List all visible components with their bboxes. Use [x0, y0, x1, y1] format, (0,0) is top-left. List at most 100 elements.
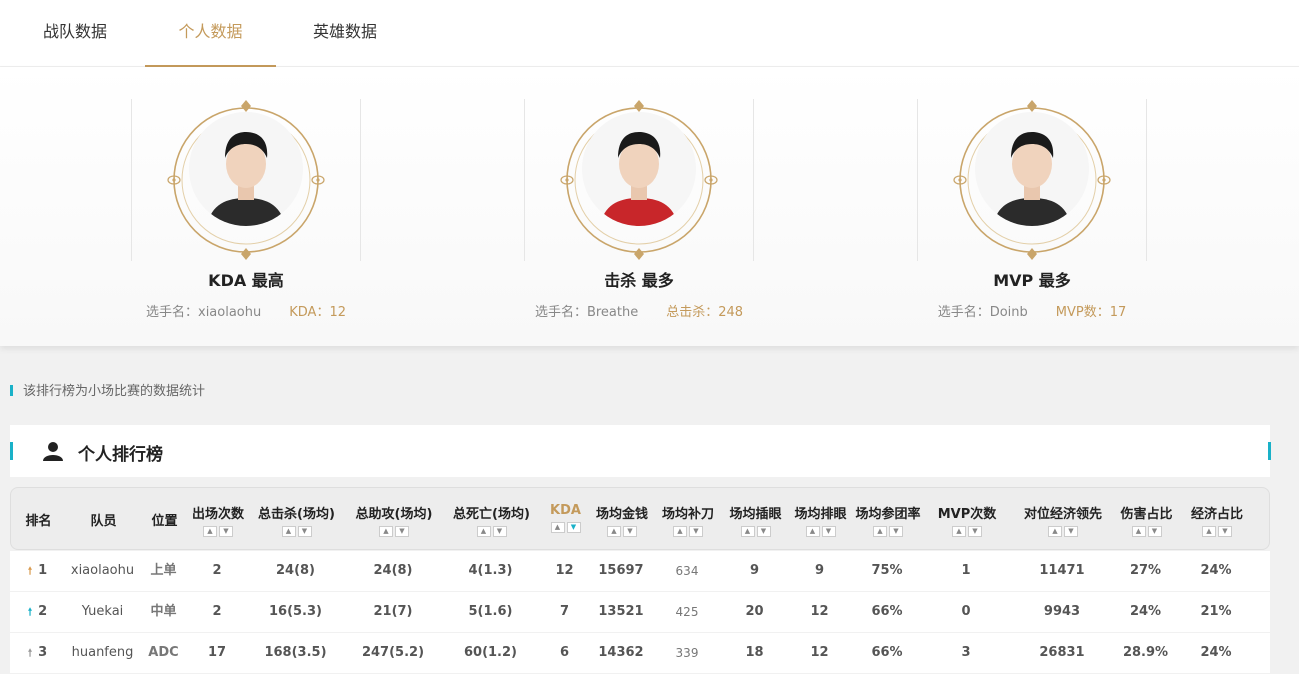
sort-desc-icon[interactable]: ▼: [821, 526, 836, 537]
column-label: 对位经济领先: [1023, 507, 1102, 522]
column-header-dmg-share[interactable]: 伤害占比 ▲ ▼: [1115, 488, 1178, 551]
sort-asc-icon[interactable]: ▲: [873, 526, 887, 537]
sort-asc-icon[interactable]: ▲: [1048, 526, 1062, 537]
highlight-info: 选手名：xiaolaohu KDA：12: [51, 301, 441, 320]
sort-asc-icon[interactable]: ▲: [607, 526, 621, 537]
highlight-title: KDA 最高: [208, 271, 284, 290]
table-row[interactable]: 🠕 3 huanfeng ADC 17 168(3.5) 247(5.2) 60(1.2) 6 1…: [10, 633, 1270, 673]
cell-mvp: 3: [961, 645, 971, 660]
column-label: 经济占比: [1190, 507, 1243, 522]
column-header-gold-diff[interactable]: 对位经济领先 ▲ ▼: [1011, 488, 1115, 551]
sort-desc-icon[interactable]: ▼: [889, 526, 903, 537]
sort-desc-icon[interactable]: ▼: [968, 526, 982, 537]
sort-controls: ▲ ▼: [923, 526, 1011, 537]
sort-desc-icon[interactable]: ▼: [1147, 526, 1162, 537]
cell-kills: 16(5.3): [268, 604, 322, 619]
sort-asc-icon[interactable]: ▲: [1202, 526, 1216, 537]
column-header-kills[interactable]: 总击杀(场均) ▲ ▼: [248, 488, 345, 551]
cell-wards-cleared: 12: [810, 604, 829, 619]
sort-asc-icon[interactable]: ▲: [1131, 526, 1146, 537]
column-header-kda[interactable]: KDA ▲ ▼: [540, 488, 591, 551]
cell-games: 2: [212, 604, 222, 619]
sort-asc-icon[interactable]: ▲: [805, 526, 820, 537]
cell-wards-cleared: 12: [810, 645, 829, 660]
sort-asc-icon[interactable]: ▲: [281, 526, 296, 537]
sort-desc-icon[interactable]: ▼: [689, 526, 703, 537]
sort-controls: ▲ ▼: [653, 526, 723, 537]
cell-gold-share: 24%: [1200, 563, 1232, 578]
cell-player[interactable]: Yuekai: [65, 592, 140, 632]
cell-kills: 168(3.5): [264, 645, 327, 660]
sort-desc-icon[interactable]: ▼: [623, 526, 637, 537]
player-name-label: 选手名：Breathe: [534, 305, 639, 320]
column-header-assists[interactable]: 总助攻(场均) ▲ ▼: [345, 488, 443, 551]
highlight-stat: MVP数：17: [1055, 305, 1127, 320]
column-header-wards-cleared[interactable]: 场均排眼 ▲ ▼: [788, 488, 853, 551]
cell-rank: 🠕 1: [10, 551, 65, 591]
sort-asc-icon[interactable]: ▲: [476, 526, 491, 537]
tab-team-data[interactable]: 战队数据: [10, 0, 140, 67]
column-header-gold[interactable]: 场均金钱 ▲ ▼: [591, 488, 653, 551]
column-header-wards[interactable]: 场均插眼 ▲ ▼: [723, 488, 788, 551]
sort-asc-icon[interactable]: ▲: [673, 526, 687, 537]
cell-assists: 24(8): [373, 563, 413, 578]
sort-controls: ▲ ▼: [345, 526, 443, 537]
table-row[interactable]: 🠕 2 Yuekai 中单 2 16(5.3) 21(7) 5(1.6) 7 13521 425 20…: [10, 592, 1270, 632]
cell-dmg-share: 24%: [1129, 604, 1162, 619]
highlights-section: KDA 最高选手名：xiaolaohu KDA：12 击杀 最多选手名：Breat…: [0, 67, 1299, 346]
cell-player[interactable]: huanfeng: [65, 633, 140, 673]
cell-rank: 🠕 3: [10, 633, 65, 673]
sort-desc-icon[interactable]: ▼: [395, 526, 409, 537]
column-label: 场均排眼: [794, 507, 847, 522]
sort-asc-icon[interactable]: ▲: [203, 526, 217, 537]
sort-desc-icon[interactable]: ▼: [219, 526, 233, 537]
highlight-card-mvp[interactable]: MVP 最多 选手名：Doinb MVP数：17: [837, 67, 1227, 346]
cell-kda: 6: [559, 645, 570, 660]
sort-controls: ▲ ▼: [853, 526, 923, 537]
sort-controls: ▲ ▼: [248, 526, 345, 537]
column-header-kp[interactable]: 场均参团率 ▲ ▼: [853, 488, 923, 551]
trend-up-icon: 🠕: [27, 607, 33, 618]
highlight-card-kills[interactable]: 击杀 最多选手名：Breathe 总击杀：248: [444, 67, 834, 346]
cell-wards: 9: [749, 563, 760, 578]
highlight-stat: KDA：12: [289, 305, 346, 320]
column-label: 队员: [90, 514, 117, 529]
cell-mvp: 0: [961, 604, 971, 619]
highlight-card-kda[interactable]: KDA 最高选手名：xiaolaohu KDA：12: [51, 67, 441, 346]
sort-desc-icon[interactable]: ▼: [297, 526, 312, 537]
sort-desc-icon[interactable]: ▼: [1218, 526, 1232, 537]
table-row[interactable]: 🠕 1 xiaolaohu 上单 2 24(8) 24(8) 4(1.3) 12 15697 634…: [10, 551, 1270, 591]
sort-desc-icon[interactable]: ▼: [566, 522, 581, 533]
sort-asc-icon[interactable]: ▲: [740, 526, 755, 537]
cell-wards: 18: [745, 645, 764, 660]
cell-gold: 14362: [598, 645, 644, 660]
highlight-title: MVP 最多: [993, 271, 1071, 290]
highlight-title: 击杀 最多: [604, 271, 674, 290]
cell-gold-diff: 9943: [1043, 604, 1081, 619]
sort-asc-icon[interactable]: ▲: [952, 526, 966, 537]
sort-desc-icon[interactable]: ▼: [756, 526, 771, 537]
cell-gold: 13521: [598, 604, 644, 619]
column-header-mvp[interactable]: MVP次数 ▲ ▼: [923, 488, 1011, 551]
sort-asc-icon[interactable]: ▲: [379, 526, 393, 537]
column-label: 总死亡(场均): [453, 507, 530, 522]
tab-personal-data[interactable]: 个人数据: [145, 0, 276, 67]
cell-rank: 🠕 2: [10, 592, 65, 632]
column-header-games[interactable]: 出场次数 ▲ ▼: [188, 488, 248, 551]
column-header-cs[interactable]: 场均补刀 ▲ ▼: [653, 488, 723, 551]
player-portrait: [189, 112, 303, 226]
column-header-deaths[interactable]: 总死亡(场均) ▲ ▼: [443, 488, 540, 551]
column-label: 场均参团率: [855, 507, 921, 522]
sort-asc-icon[interactable]: ▲: [550, 522, 565, 533]
cell-wards-cleared: 9: [814, 563, 825, 578]
sort-desc-icon[interactable]: ▼: [1064, 526, 1078, 537]
sort-desc-icon[interactable]: ▼: [492, 526, 507, 537]
tab-hero-data[interactable]: 英雄数据: [280, 0, 410, 67]
highlight-info: 选手名：Breathe 总击杀：248: [444, 301, 834, 320]
note-accent-bar: [10, 385, 13, 396]
cell-player[interactable]: xiaolaohu: [65, 551, 140, 591]
cell-gold-diff: 26831: [1039, 645, 1085, 660]
player-portrait: [975, 112, 1089, 226]
column-header-gold-share[interactable]: 经济占比 ▲ ▼: [1178, 488, 1256, 551]
cell-dmg-share: 28.9%: [1122, 645, 1169, 660]
